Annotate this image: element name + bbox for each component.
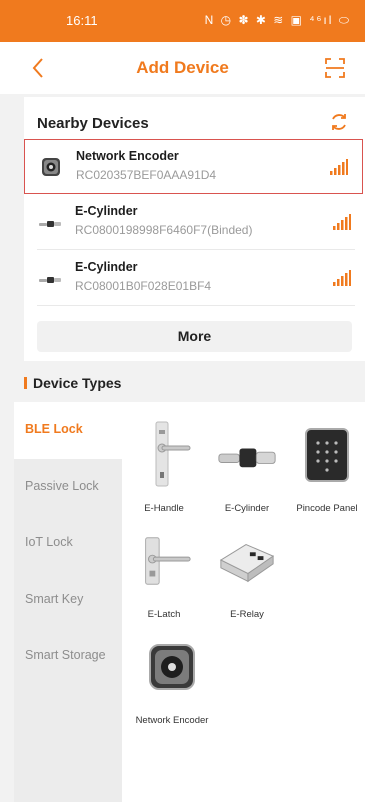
device-type-e-handle[interactable]: E-Handle [124, 402, 204, 514]
e-latch-image [134, 526, 194, 596]
device-id: RC0800198998F6460F7(Binded) [75, 223, 253, 237]
status-icons: N ◷ ✽ ✱ ≋ ▣ ⁴⁶ıl ⬭ [204, 13, 351, 27]
e-cylinder-icon [39, 277, 61, 283]
category-ble-lock[interactable]: BLE Lock [14, 402, 122, 459]
nearby-device-row[interactable]: E-Cylinder RC08001B0F028E01BF4 [24, 251, 365, 306]
network-encoder-image [142, 632, 202, 702]
device-name: E-Cylinder [75, 204, 138, 218]
nearby-devices-title: Nearby Devices [37, 115, 149, 132]
device-type-e-latch[interactable]: E-Latch [124, 508, 204, 620]
more-button[interactable]: More [37, 321, 352, 352]
device-id: RC08001B0F028E01BF4 [75, 279, 212, 293]
device-type-label: Network Encoder [135, 715, 209, 726]
device-type-network-encoder[interactable]: Network Encoder [132, 614, 212, 726]
category-sidebar: BLE Lock Passive Lock IoT Lock Smart Key… [14, 402, 122, 802]
category-label: IoT Lock [25, 535, 73, 549]
category-label: Smart Storage [25, 648, 106, 662]
e-handle-image [134, 420, 194, 490]
status-time: 16:11 [66, 13, 98, 28]
device-id: RC020357BEF0AAA91D4 [76, 168, 217, 182]
device-name: E-Cylinder [75, 260, 138, 274]
device-types-title: Device Types [24, 375, 121, 391]
nearby-device-row[interactable]: Network Encoder RC020357BEF0AAA91D4 [24, 139, 363, 194]
pincode-panel-image [297, 420, 357, 490]
category-label: Smart Key [25, 592, 84, 606]
device-type-pincode-panel[interactable]: Pincode Panel [287, 402, 365, 514]
e-relay-image [217, 526, 277, 596]
row-divider [37, 249, 355, 250]
signal-strength-icon [330, 159, 348, 175]
category-label: Passive Lock [25, 479, 99, 493]
nav-bar: Add Device [0, 42, 365, 94]
scan-icon [325, 58, 345, 78]
category-label: BLE Lock [25, 422, 83, 436]
device-type-e-relay[interactable]: E-Relay [207, 508, 287, 620]
refresh-button[interactable] [327, 110, 351, 134]
e-cylinder-image [217, 420, 277, 490]
category-smart-key[interactable]: Smart Key [14, 572, 122, 629]
category-smart-storage[interactable]: Smart Storage [14, 628, 122, 685]
nearby-devices-card: Nearby Devices Network Encoder RC020357B… [24, 97, 365, 361]
category-passive-lock[interactable]: Passive Lock [14, 459, 122, 516]
signal-strength-icon [333, 214, 351, 230]
device-name: Network Encoder [76, 149, 179, 163]
page-title: Add Device [136, 58, 229, 77]
e-cylinder-icon [39, 221, 61, 227]
signal-strength-icon [333, 270, 351, 286]
nearby-device-row[interactable]: E-Cylinder RC0800198998F6460F7(Binded) [24, 195, 365, 250]
category-iot-lock[interactable]: IoT Lock [14, 515, 122, 572]
row-divider [37, 305, 355, 306]
network-encoder-icon [42, 158, 60, 176]
device-type-grid: E-Handle E-Cylinder Pincode Panel E-Latc… [122, 402, 365, 802]
scan-button[interactable] [321, 54, 349, 82]
refresh-icon [332, 114, 346, 130]
device-type-label: Pincode Panel [296, 503, 358, 514]
status-bar: 16:11 N ◷ ✽ ✱ ≋ ▣ ⁴⁶ıl ⬭ [0, 0, 365, 42]
device-type-label: E-Relay [230, 609, 264, 620]
device-type-e-cylinder[interactable]: E-Cylinder [207, 402, 287, 514]
